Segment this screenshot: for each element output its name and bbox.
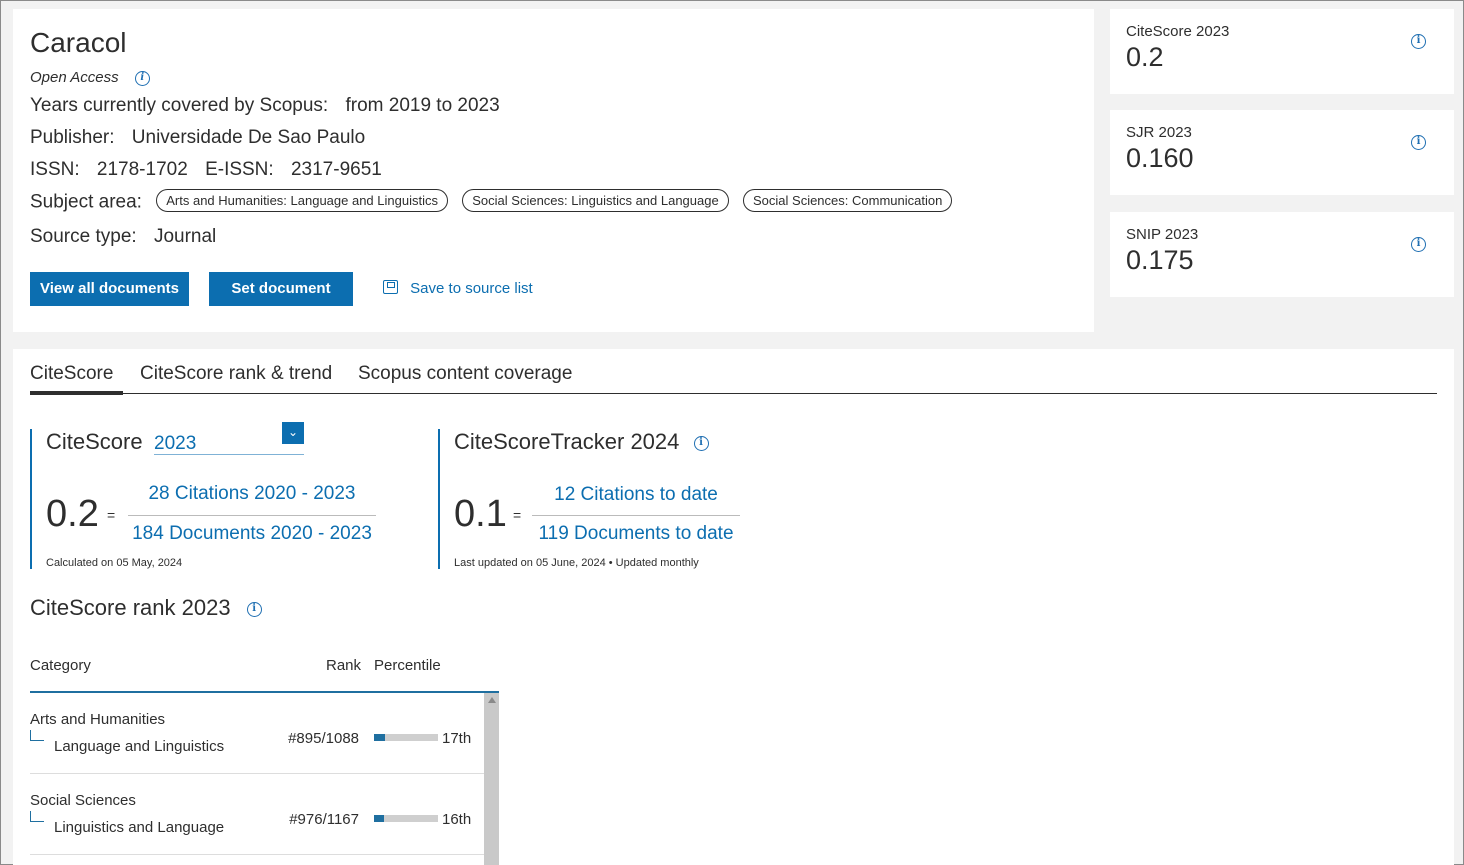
tracker-citations-link[interactable]: 12 Citations to date <box>532 484 740 506</box>
rank-title-text: CiteScore rank 2023 <box>30 595 231 620</box>
year-select[interactable]: 2023 ⌄ <box>154 422 304 455</box>
view-all-label: View all documents <box>40 280 179 297</box>
equals-sign: = <box>107 507 116 523</box>
rank-table: Category Rank Percentile Arts and Humani… <box>30 645 499 865</box>
open-access-text: Open Access <box>30 69 119 86</box>
tracker-documents-link[interactable]: 119 Documents to date <box>532 523 740 545</box>
fraction-line <box>532 515 740 516</box>
table-row: Social Sciences Linguistics and Language… <box>30 774 485 855</box>
percentile-value: 17th <box>442 730 472 747</box>
years-value: from 2019 to 2023 <box>345 95 500 116</box>
metric-label: SJR 2023 <box>1126 124 1192 141</box>
citescore-title: CiteScore <box>46 429 143 454</box>
save-label: Save to source list <box>410 280 533 297</box>
header-category: Category <box>30 657 91 674</box>
parent-category: Arts and Humanities <box>30 711 166 728</box>
info-icon[interactable]: i <box>1411 34 1426 49</box>
table-row: Arts and Humanities Language and Linguis… <box>30 693 485 774</box>
save-icon <box>383 280 398 295</box>
percentile-bar-fill <box>374 734 385 741</box>
rank-value: #976/1167 <box>289 811 359 828</box>
issn-value: 2178-1702 <box>96 159 188 180</box>
subject-chip[interactable]: Social Sciences: Communication <box>743 189 953 212</box>
chevron-right-icon: › <box>107 314 112 331</box>
active-tab-indicator <box>30 391 123 395</box>
source-title: Caracol <box>30 27 127 58</box>
metric-label: CiteScore 2023 <box>1126 23 1230 40</box>
year-select-value: 2023 <box>154 433 197 454</box>
tracker-value: 0.1 <box>454 493 507 535</box>
metric-value: 0.2 <box>1126 42 1164 72</box>
metric-value: 0.160 <box>1126 143 1194 173</box>
equals-sign: = <box>513 507 522 523</box>
subject-area: Subject area: Arts and Humanities: Langu… <box>30 189 953 214</box>
subcategory: Language and Linguistics <box>54 738 225 755</box>
percentile-value: 16th <box>442 811 472 828</box>
percentile-bar <box>374 734 438 741</box>
eissn-value: 2317-9651 <box>290 159 382 180</box>
tab-scopus-content-coverage[interactable]: Scopus content coverage <box>358 363 572 385</box>
eissn-label: E-ISSN: <box>205 159 274 180</box>
tab-citescore-rank-trend[interactable]: CiteScore rank & trend <box>140 363 332 385</box>
rank-table-body: Arts and Humanities Language and Linguis… <box>30 693 499 865</box>
citations-link[interactable]: 28 Citations 2020 - 2023 <box>128 483 376 505</box>
chevron-down-icon[interactable]: ⌄ <box>282 422 304 444</box>
percentile-bar <box>374 815 438 822</box>
view-all-documents-button[interactable]: View all documents › <box>30 272 189 331</box>
rank-title: CiteScore rank 2023 i <box>30 595 262 621</box>
set-document-alert-button[interactable]: Set document alert <box>209 272 353 331</box>
save-to-source-list-link[interactable]: Save to source list <box>383 280 533 297</box>
updated-note: Last updated on 05 June, 2024 • Updated … <box>454 557 699 569</box>
rank-value: #895/1088 <box>288 730 359 747</box>
issn-row: ISSN: 2178-1702 E-ISSN: 2317-9651 <box>30 159 382 181</box>
tree-connector <box>30 811 44 822</box>
citescore-value: 0.2 <box>46 493 99 535</box>
citescore-block: CiteScore 2023 ⌄ 0.2 = 28 Citations 2020… <box>30 422 410 569</box>
rank-table-header: Category Rank Percentile <box>30 645 499 693</box>
parent-category: Social Sciences <box>30 792 136 809</box>
citescore-metric-card: CiteScore 2023 0.2 i <box>1110 9 1454 94</box>
tab-citescore[interactable]: CiteScore <box>30 363 113 385</box>
years-label: Years currently covered by Scopus: <box>30 95 329 116</box>
tree-connector <box>30 730 44 741</box>
header-percentile: Percentile <box>374 657 441 674</box>
citescore-tracker-block: CiteScoreTracker 2024 i 0.1 = 12 Citatio… <box>438 429 768 569</box>
subcategory: Linguistics and Language <box>54 819 225 836</box>
source-type: Source type: Journal <box>30 226 216 248</box>
scroll-up-icon[interactable] <box>488 697 496 703</box>
info-icon[interactable]: i <box>1411 135 1426 150</box>
sjr-metric-card: SJR 2023 0.160 i <box>1110 110 1454 195</box>
metric-value: 0.175 <box>1126 245 1194 275</box>
subject-chip[interactable]: Social Sciences: Linguistics and Languag… <box>462 189 729 212</box>
table-scrollbar[interactable] <box>484 693 499 865</box>
tracker-title-text: CiteScoreTracker 2024 <box>454 429 680 454</box>
header-rank: Rank <box>326 657 362 674</box>
source-type-label: Source type: <box>30 226 137 247</box>
info-icon[interactable]: i <box>134 70 150 86</box>
documents-link[interactable]: 184 Documents 2020 - 2023 <box>128 523 376 545</box>
citescore-panel: CiteScore CiteScore rank & trend Scopus … <box>13 349 1454 865</box>
open-access-label: Open Access i <box>30 69 150 86</box>
subject-label: Subject area: <box>30 191 142 213</box>
source-type-value: Journal <box>153 226 217 247</box>
source-header: Caracol Open Access i Years currently co… <box>13 9 1094 332</box>
calculated-note: Calculated on 05 May, 2024 <box>46 557 183 569</box>
publisher: Publisher: Universidade De Sao Paulo <box>30 127 365 149</box>
publisher-value: Universidade De Sao Paulo <box>131 127 366 148</box>
info-icon[interactable]: i <box>1411 237 1426 252</box>
issn-label: ISSN: <box>30 159 80 180</box>
snip-metric-card: SNIP 2023 0.175 i <box>1110 212 1454 297</box>
metric-label: SNIP 2023 <box>1126 226 1199 243</box>
tab-bar: CiteScore CiteScore rank & trend Scopus … <box>30 349 1437 395</box>
years-covered: Years currently covered by Scopus: from … <box>30 95 500 117</box>
info-icon[interactable]: i <box>693 435 709 451</box>
tracker-title: CiteScoreTracker 2024 i <box>454 429 709 455</box>
fraction-line <box>128 515 376 516</box>
subject-chip[interactable]: Arts and Humanities: Language and Lingui… <box>156 189 448 212</box>
publisher-label: Publisher: <box>30 127 115 148</box>
info-icon[interactable]: i <box>246 601 262 617</box>
percentile-bar-fill <box>374 815 385 822</box>
